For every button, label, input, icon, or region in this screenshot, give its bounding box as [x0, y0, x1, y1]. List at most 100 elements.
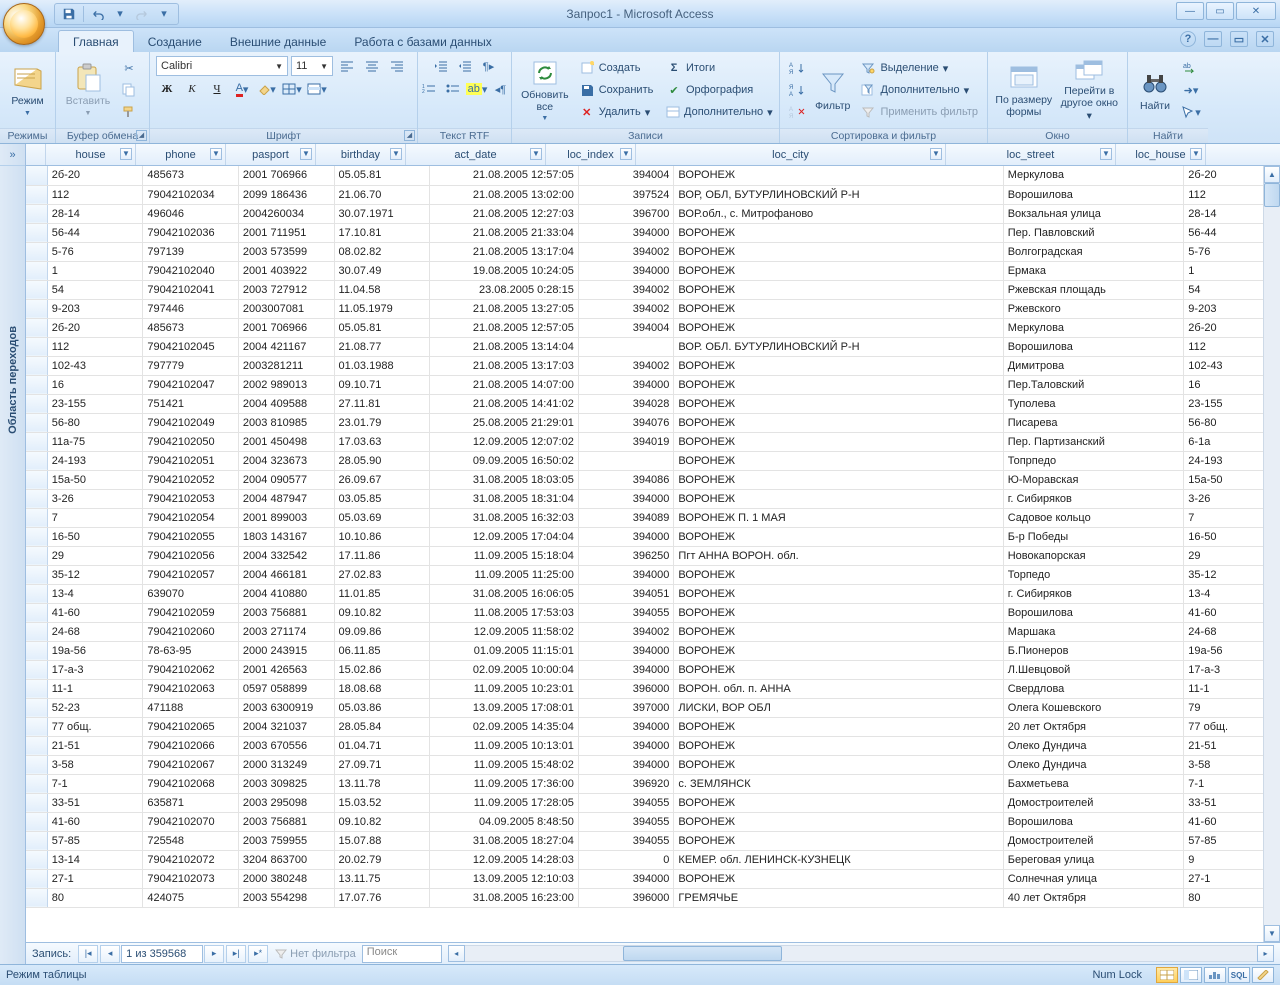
- cell[interactable]: 09.09.86: [334, 622, 430, 641]
- cell[interactable]: 21.08.2005 12:57:05: [430, 166, 579, 185]
- cell[interactable]: 394002: [578, 242, 674, 261]
- redo-icon[interactable]: [134, 6, 150, 22]
- cell[interactable]: 1: [47, 261, 143, 280]
- cell[interactable]: 12.09.2005 11:58:02: [430, 622, 579, 641]
- last-record-button[interactable]: ▸|: [226, 945, 246, 963]
- cell[interactable]: Пер.Таловский: [1003, 375, 1184, 394]
- row-selector[interactable]: [26, 451, 47, 470]
- cell[interactable]: Ермака: [1003, 261, 1184, 280]
- table-row[interactable]: 57-857255482003 75995515.07.8831.08.2005…: [26, 831, 1280, 850]
- cell[interactable]: 394000: [578, 261, 674, 280]
- table-row[interactable]: 7790421020542001 89900305.03.6931.08.200…: [26, 508, 1280, 527]
- cell[interactable]: ВОРОНЕЖ: [674, 527, 1003, 546]
- cell[interactable]: ВОРОН. обл. п. АННА: [674, 679, 1003, 698]
- cell[interactable]: ВОРОНЕЖ: [674, 584, 1003, 603]
- cell[interactable]: 79042102057: [143, 565, 239, 584]
- cell[interactable]: 751421: [143, 394, 239, 413]
- cell[interactable]: 79042102034: [143, 185, 239, 204]
- cell[interactable]: 2003 810985: [238, 413, 334, 432]
- save-icon[interactable]: [61, 6, 77, 22]
- cell[interactable]: 725548: [143, 831, 239, 850]
- cell[interactable]: 2004 321037: [238, 717, 334, 736]
- cell[interactable]: ВОРОНЕЖ: [674, 717, 1003, 736]
- scroll-left-icon[interactable]: ◂: [448, 945, 465, 962]
- cell[interactable]: 10.10.86: [334, 527, 430, 546]
- cell[interactable]: Меркулова: [1003, 318, 1184, 337]
- cell[interactable]: 30.07.49: [334, 261, 430, 280]
- totals-button[interactable]: ΣИтоги: [663, 58, 773, 78]
- cell[interactable]: 11.05.1979: [334, 299, 430, 318]
- cell[interactable]: 01.04.71: [334, 736, 430, 755]
- cell[interactable]: 7: [47, 508, 143, 527]
- column-dropdown-icon[interactable]: ▼: [390, 148, 402, 160]
- cell[interactable]: 21.08.2005 13:02:00: [430, 185, 579, 204]
- cell[interactable]: 2001 706966: [238, 318, 334, 337]
- cell[interactable]: 424075: [143, 888, 239, 907]
- table-row[interactable]: 41-60790421020702003 75688109.10.8204.09…: [26, 812, 1280, 831]
- cell[interactable]: 27-1: [47, 869, 143, 888]
- row-selector[interactable]: [26, 242, 47, 261]
- column-dropdown-icon[interactable]: ▼: [1190, 148, 1202, 160]
- cell[interactable]: [578, 451, 674, 470]
- cell[interactable]: 2000 243915: [238, 641, 334, 660]
- cell[interactable]: ВОРОНЕЖ: [674, 356, 1003, 375]
- table-row[interactable]: 11-1790421020630597 05889918.08.6811.09.…: [26, 679, 1280, 698]
- cell[interactable]: Маршака: [1003, 622, 1184, 641]
- cell[interactable]: 20.02.79: [334, 850, 430, 869]
- row-selector[interactable]: [26, 413, 47, 432]
- cell[interactable]: 394000: [578, 375, 674, 394]
- font-color-icon[interactable]: A▾: [231, 79, 253, 99]
- cell[interactable]: 2000 313249: [238, 755, 334, 774]
- cell[interactable]: ВОРОНЕЖ: [674, 736, 1003, 755]
- cell[interactable]: 2001 450498: [238, 432, 334, 451]
- cell[interactable]: Ворошилова: [1003, 812, 1184, 831]
- cell[interactable]: 79042102068: [143, 774, 239, 793]
- cell[interactable]: Олега Кошевского: [1003, 698, 1184, 717]
- cell[interactable]: 394004: [578, 166, 674, 185]
- dialog-launcher-icon[interactable]: ◢: [404, 130, 415, 141]
- cell[interactable]: 11.09.2005 10:13:01: [430, 736, 579, 755]
- scroll-thumb[interactable]: [1264, 183, 1280, 207]
- cell[interactable]: 2000 380248: [238, 869, 334, 888]
- design-view-icon[interactable]: [1252, 967, 1274, 983]
- cell[interactable]: 79042102063: [143, 679, 239, 698]
- cell[interactable]: 9-203: [47, 299, 143, 318]
- cell[interactable]: Туполева: [1003, 394, 1184, 413]
- cell[interactable]: 21.08.2005 13:14:04: [430, 337, 579, 356]
- cell[interactable]: 18.08.68: [334, 679, 430, 698]
- table-row[interactable]: 35-12790421020572004 46618127.02.8311.09…: [26, 565, 1280, 584]
- cell[interactable]: 13.09.2005 12:10:03: [430, 869, 579, 888]
- copy-icon[interactable]: [118, 80, 140, 100]
- cell[interactable]: 17.07.76: [334, 888, 430, 907]
- cell[interactable]: 54: [47, 280, 143, 299]
- cell[interactable]: 40 лет Октября: [1003, 888, 1184, 907]
- cell[interactable]: ВОРОНЕЖ: [674, 755, 1003, 774]
- cell[interactable]: 3204 863700: [238, 850, 334, 869]
- row-selector[interactable]: [26, 185, 47, 204]
- switch-windows-button[interactable]: Перейти в другое окно ▾: [1058, 57, 1121, 123]
- cell[interactable]: 21.08.2005 14:41:02: [430, 394, 579, 413]
- cell[interactable]: 79042102052: [143, 470, 239, 489]
- cell[interactable]: 2003281211: [238, 356, 334, 375]
- cell[interactable]: г. Сибиряков: [1003, 584, 1184, 603]
- table-row[interactable]: 19а-5678-63-952000 24391506.11.8501.09.2…: [26, 641, 1280, 660]
- select-all-cell[interactable]: [26, 144, 46, 165]
- cell[interactable]: ВОРОНЕЖ: [674, 812, 1003, 831]
- increase-indent-icon[interactable]: [454, 56, 476, 76]
- cell[interactable]: ВОРОНЕЖ: [674, 622, 1003, 641]
- cell[interactable]: 09.10.82: [334, 603, 430, 622]
- cell[interactable]: 79042102059: [143, 603, 239, 622]
- cell[interactable]: 79042102036: [143, 223, 239, 242]
- cell[interactable]: 394000: [578, 869, 674, 888]
- paste-button[interactable]: Вставить ▼: [62, 57, 114, 123]
- cell[interactable]: 52-23: [47, 698, 143, 717]
- row-selector[interactable]: [26, 508, 47, 527]
- cell[interactable]: 16: [47, 375, 143, 394]
- cell[interactable]: Вокзальная улица: [1003, 204, 1184, 223]
- advanced-filter-button[interactable]: Дополнительно ▾: [857, 80, 981, 100]
- cell[interactable]: 11.09.2005 17:28:05: [430, 793, 579, 812]
- table-row[interactable]: 29790421020562004 33254217.11.8611.09.20…: [26, 546, 1280, 565]
- cell[interactable]: 394055: [578, 603, 674, 622]
- delete-record-button[interactable]: ✕Удалить ▾: [576, 102, 659, 122]
- row-selector[interactable]: [26, 204, 47, 223]
